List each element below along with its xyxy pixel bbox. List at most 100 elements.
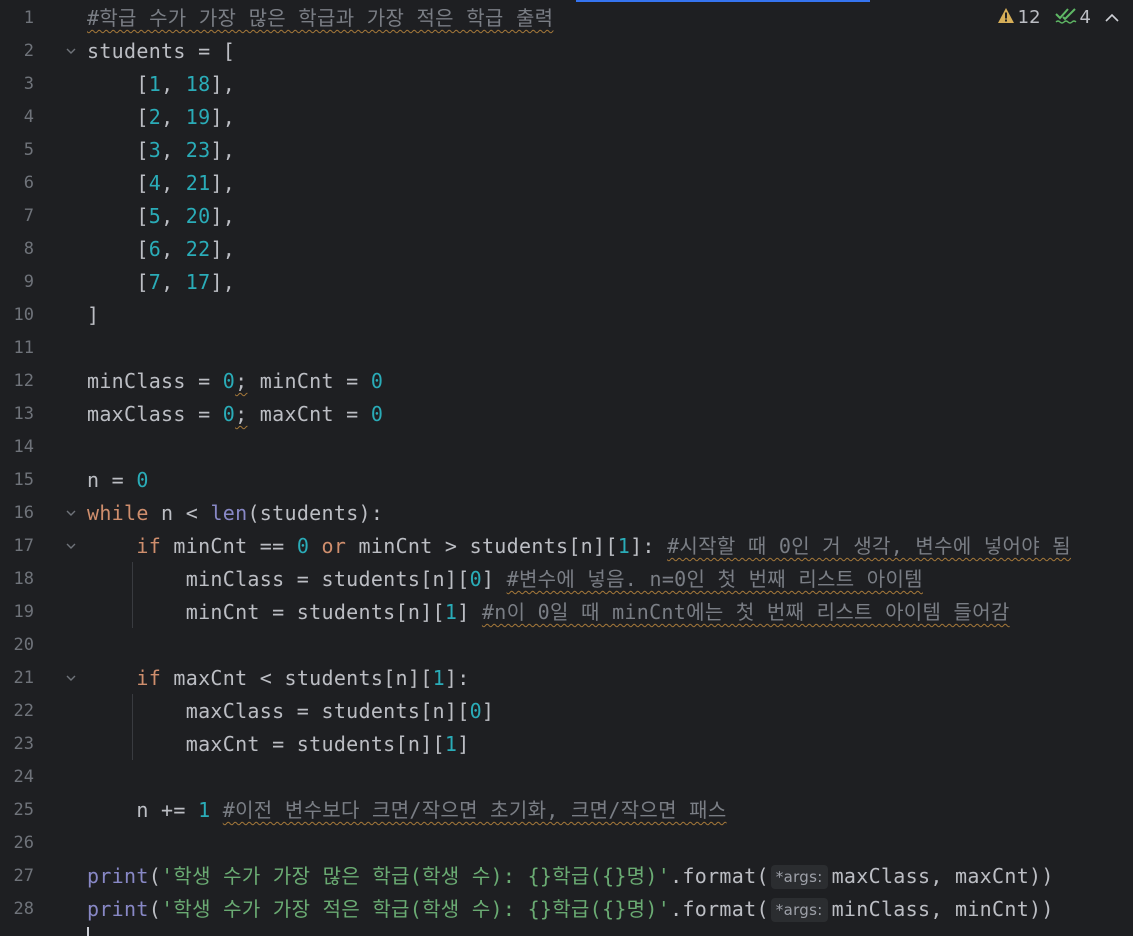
code-line[interactable]: 7 [5, 20], [0,200,1133,233]
fold-chevron-icon[interactable] [64,44,78,58]
code-line[interactable]: 20 [0,629,1133,662]
line-number: 22 [13,701,34,721]
line-number: 27 [13,866,34,886]
code-text[interactable]: ] [87,299,99,332]
code-line[interactable]: 9 [7, 17], [0,266,1133,299]
code-line[interactable]: 26 [0,827,1133,860]
code-text[interactable]: minClass = 0; minCnt = 0 [87,365,383,398]
code-token: 0 [296,534,310,558]
code-line[interactable]: 4 [2, 19], [0,101,1133,134]
line-number: 26 [13,833,34,853]
code-text[interactable]: #학급 수가 가장 많은 학급과 가장 적은 학급 출력 [87,2,553,35]
code-token: 19 [185,105,211,129]
code-line[interactable]: 28 print('학생 수가 가장 적은 학급(학생 수): {}학급({}명)… [0,893,1133,926]
code-line[interactable]: 3 [1, 18], [0,68,1133,101]
code-line[interactable]: 18 minClass = students[n][0] #변수에 넣음. n=… [0,563,1133,596]
code-text[interactable]: if minCnt == 0 or minCnt > students[n][1… [87,530,1071,563]
code-token: 0 [222,369,236,393]
code-line[interactable]: 12 minClass = 0; minCnt = 0 [0,365,1133,398]
code-editor[interactable]: 12 4 1 #학급 수가 가장 많은 학급과 가장 적은 학급 출력 2 stude… [0,0,1133,936]
code-text[interactable]: [7, 17], [87,266,235,299]
code-token: [ [87,72,149,96]
code-token: minCnt = [247,369,371,393]
code-text[interactable]: students = [ [87,35,235,68]
code-line[interactable]: 10] [0,299,1133,332]
line-number: 9 [23,272,34,292]
line-number: 6 [23,173,34,193]
code-text[interactable]: maxCnt = students[n][1] [87,728,470,761]
code-line[interactable]: 2 students = [ [0,35,1133,68]
code-line[interactable]: 15 n = 0 [0,464,1133,497]
code-token: students = [ [87,39,236,63]
code-token: [ [87,204,149,228]
code-text[interactable]: n = 0 [87,464,149,497]
code-line[interactable]: 24 [0,761,1133,794]
code-text[interactable]: print('학생 수가 가장 적은 학급(학생 수): {}학급({}명)'.… [87,893,1054,926]
text-caret [87,927,89,936]
code-token: , [161,138,186,162]
code-line[interactable]: 16 while n < len(students): [0,497,1133,530]
code-text[interactable]: [3, 23], [87,134,235,167]
code-text[interactable]: maxClass = students[n][0] [87,695,494,728]
code-line[interactable]: 11 [0,332,1133,365]
code-token: maxCnt = [247,402,371,426]
line-number: 21 [13,668,34,688]
code-line[interactable]: 27 print('학생 수가 가장 많은 학급(학생 수): {}학급({}명)… [0,860,1133,893]
code-text[interactable]: print('학생 수가 가장 많은 학급(학생 수): {}학급({}명)'.… [87,860,1054,893]
code-token: ], [210,270,236,294]
code-token: 0 [222,402,236,426]
line-number: 5 [23,140,34,160]
code-text[interactable]: [4, 21], [87,167,235,200]
fold-chevron-icon[interactable] [64,671,78,685]
code-text[interactable]: minCnt = students[n][1] #n이 0일 때 minCnt에… [87,596,1010,629]
code-line[interactable]: 13 maxClass = 0; maxCnt = 0 [0,398,1133,431]
line-number: 15 [13,470,34,490]
line-number: 12 [13,371,34,391]
code-token: if [136,666,162,690]
code-token: ; [235,369,248,393]
code-text[interactable]: minClass = students[n][0] #변수에 넣음. n=0인 … [87,563,923,596]
fold-chevron-icon[interactable] [64,506,78,520]
code-token: 1 [444,732,458,756]
code-token: .format( [670,897,769,921]
code-text[interactable]: n += 1 #이전 변수보다 크면/작으면 초기화, 크면/작으면 패스 [87,794,727,827]
code-line[interactable]: 14 [0,431,1133,464]
code-token: len [210,501,248,525]
code-text[interactable]: [1, 18], [87,68,235,101]
code-text[interactable]: [6, 22], [87,233,235,266]
code-line[interactable]: 21 if maxCnt < students[n][1]: [0,662,1133,695]
code-token: 22 [185,237,211,261]
code-text[interactable]: [2, 19], [87,101,235,134]
code-line[interactable]: 25 n += 1 #이전 변수보다 크면/작으면 초기화, 크면/작으면 패스 [0,794,1133,827]
code-token: ] [481,699,495,723]
code-token: '학생 수가 가장 많은 학급(학생 수): {}학급({}명)' [161,864,671,888]
fold-chevron-icon[interactable] [64,539,78,553]
code-token: ], [210,105,236,129]
code-token: ; [235,402,248,426]
code-line[interactable]: 23 maxCnt = students[n][1] [0,728,1133,761]
code-line[interactable]: 22 maxClass = students[n][0] [0,695,1133,728]
line-number: 16 [13,503,34,523]
code-token: minClass, minCnt)) [831,897,1054,921]
code-token: minClass = students[n][ [87,567,470,591]
code-text[interactable]: while n < len(students): [87,497,383,530]
code-line[interactable]: 19 minCnt = students[n][1] #n이 0일 때 minC… [0,596,1133,629]
code-token: ]: [444,666,470,690]
code-token: ], [210,237,236,261]
code-token: , [161,237,186,261]
line-number: 23 [13,734,34,754]
code-text[interactable]: if maxCnt < students[n][1]: [87,662,470,695]
code-token: minCnt == [161,534,297,558]
line-number: 17 [13,536,34,556]
code-line[interactable]: 17 if minCnt == 0 or minCnt > students[n… [0,530,1133,563]
code-line[interactable]: 5 [3, 23], [0,134,1133,167]
code-token: 0 [469,699,482,723]
code-line[interactable]: 8 [6, 22], [0,233,1133,266]
code-line[interactable]: 6 [4, 21], [0,167,1133,200]
line-number: 2 [23,41,34,61]
code-text[interactable]: [5, 20], [87,200,235,233]
code-text[interactable]: maxClass = 0; maxCnt = 0 [87,398,383,431]
code-token: 23 [185,138,211,162]
code-line[interactable]: 1 #학급 수가 가장 많은 학급과 가장 적은 학급 출력 [0,2,1133,35]
